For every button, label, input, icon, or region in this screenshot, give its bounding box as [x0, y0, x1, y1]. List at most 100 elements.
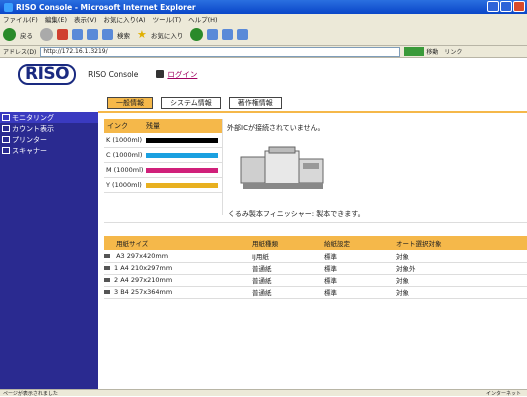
table-row: 3 B4 257x364mm 普通紙 標準 対象	[104, 286, 527, 299]
mail-icon[interactable]	[207, 29, 219, 40]
paper-table: 用紙サイズ 用紙種類 給紙設定 オート選択対象 A3 297x420mm IJ用…	[104, 236, 527, 299]
address-url: http://172.16.1.3219/	[43, 48, 108, 55]
size-cell: A4 297x210mm	[120, 276, 173, 284]
home-icon[interactable]	[87, 29, 98, 40]
favorites-icon[interactable]: ★	[137, 28, 147, 41]
auto-cell: 対象	[396, 250, 527, 263]
setting-cell: 標準	[324, 262, 396, 275]
scanner-icon	[2, 147, 10, 154]
table-header-row: 用紙サイズ 用紙種類 給紙設定 オート選択対象	[104, 236, 527, 250]
ink-row-y: Y (1000ml)	[104, 178, 222, 193]
stop-icon[interactable]	[57, 29, 68, 40]
monitor-icon	[2, 114, 10, 121]
type-cell: 普通紙	[252, 262, 324, 275]
table-row: A3 297x420mm IJ用紙 標準 対象	[104, 250, 527, 263]
type-cell: 普通紙	[252, 286, 324, 299]
col-setting: 給紙設定	[324, 236, 396, 250]
sidebar-item-label: プリンター	[12, 135, 47, 144]
minimize-button[interactable]	[487, 1, 499, 12]
browser-toolbar: 戻る 検索 ★ お気に入り	[0, 24, 527, 46]
size-cell: B4 257x364mm	[120, 288, 173, 296]
tab-strip	[98, 111, 527, 113]
login-link[interactable]: ログイン	[167, 69, 197, 80]
ink-level-bar	[146, 167, 218, 173]
printer-icon	[2, 136, 10, 143]
tab-system[interactable]: システム情報	[161, 97, 221, 109]
tab-general[interactable]: 一般情報	[107, 97, 153, 109]
go-button[interactable]	[404, 47, 425, 56]
history-icon[interactable]	[190, 28, 204, 41]
status-panel: 外部ICが接続されていません。	[222, 119, 527, 215]
level-col-header: 残量	[146, 122, 160, 130]
address-label: アドレス(D)	[3, 49, 37, 56]
finisher-message: くるみ製本フィニッシャー: 製本できます。	[228, 210, 365, 218]
sidebar-item-monitoring[interactable]: モニタリング	[0, 112, 98, 123]
forward-icon[interactable]	[40, 28, 53, 41]
ink-row-c: C (1000ml)	[104, 148, 222, 163]
menu-view[interactable]: 表示(V)	[74, 14, 97, 24]
address-input[interactable]: http://172.16.1.3219/	[40, 46, 401, 57]
tab-copyright[interactable]: 著作権情報	[228, 97, 282, 109]
ink-label: M (1000ml)	[106, 166, 144, 174]
ie-icon	[4, 2, 13, 12]
sidebar-item-label: モニタリング	[12, 113, 54, 122]
lock-icon	[156, 70, 165, 78]
close-button[interactable]	[513, 1, 525, 12]
sidebar-item-scanner[interactable]: スキャナー	[0, 145, 98, 156]
tray-number: 3	[114, 288, 119, 296]
tray-number: 2	[114, 276, 119, 284]
printer-machine-image	[240, 146, 324, 189]
links-label[interactable]: リンク	[444, 47, 462, 56]
ink-level-bar	[146, 152, 218, 158]
app-header: RISO RISO Console ログイン	[0, 58, 527, 90]
setting-cell: 標準	[324, 250, 396, 263]
ink-row-m: M (1000ml)	[104, 163, 222, 178]
ink-level-bar	[146, 137, 218, 143]
ink-row-k: K (1000ml)	[104, 133, 222, 148]
back-icon[interactable]	[3, 28, 16, 41]
maximize-button[interactable]	[500, 1, 512, 12]
divider	[104, 222, 527, 223]
tray-icon	[104, 253, 110, 258]
sidebar-item-label: カウント表示	[12, 124, 54, 133]
ink-panel: インク 残量 K (1000ml) C (1000ml) M (1000ml) …	[104, 119, 222, 193]
window-title: RISO Console - Microsoft Internet Explor…	[16, 2, 196, 12]
auto-cell: 対象	[396, 286, 527, 299]
ink-col-header: インク	[107, 122, 128, 130]
size-cell: A3 297x420mm	[116, 251, 169, 260]
window-titlebar: RISO Console - Microsoft Internet Explor…	[0, 0, 527, 14]
ink-label: Y (1000ml)	[106, 181, 142, 189]
browser-statusbar: ページが表示されました インターネット	[0, 389, 527, 397]
menu-favorites[interactable]: お気に入り(A)	[104, 14, 146, 24]
riso-logo: RISO	[18, 63, 77, 85]
type-cell: IJ用紙	[252, 250, 324, 263]
ink-level-bar	[146, 182, 218, 188]
menu-file[interactable]: ファイル(F)	[3, 14, 38, 24]
refresh-icon[interactable]	[72, 29, 83, 40]
sidebar-item-count[interactable]: カウント表示	[0, 123, 98, 134]
status-message: 外部ICが接続されていません。	[227, 124, 325, 132]
tray-icon	[104, 266, 110, 270]
menubar: ファイル(F) 編集(E) 表示(V) お気に入り(A) ツール(T) ヘルプ(…	[0, 14, 527, 24]
print-icon[interactable]	[222, 29, 234, 40]
go-label[interactable]: 移動	[426, 47, 438, 56]
menu-tools[interactable]: ツール(T)	[153, 14, 182, 24]
back-label[interactable]: 戻る	[20, 30, 33, 40]
sidebar-item-printer[interactable]: プリンター	[0, 134, 98, 145]
menu-help[interactable]: ヘルプ(H)	[188, 14, 217, 24]
menu-edit[interactable]: 編集(E)	[45, 14, 67, 24]
setting-cell: 標準	[324, 286, 396, 299]
search-icon[interactable]	[102, 29, 113, 40]
col-type: 用紙種類	[252, 236, 324, 250]
size-cell: A4 210x297mm	[120, 264, 173, 272]
setting-cell: 標準	[324, 274, 396, 287]
folder-icon[interactable]	[237, 29, 249, 40]
search-label[interactable]: 検索	[117, 30, 130, 40]
col-size: 用紙サイズ	[104, 236, 252, 250]
table-row: 1 A4 210x297mm 普通紙 標準 対象外	[104, 262, 527, 275]
ink-header: インク 残量	[104, 119, 222, 133]
col-auto: オート選択対象	[396, 236, 527, 250]
favorites-label[interactable]: お気に入り	[151, 30, 184, 40]
ink-label: K (1000ml)	[106, 136, 143, 144]
sidebar-item-label: スキャナー	[12, 146, 47, 155]
